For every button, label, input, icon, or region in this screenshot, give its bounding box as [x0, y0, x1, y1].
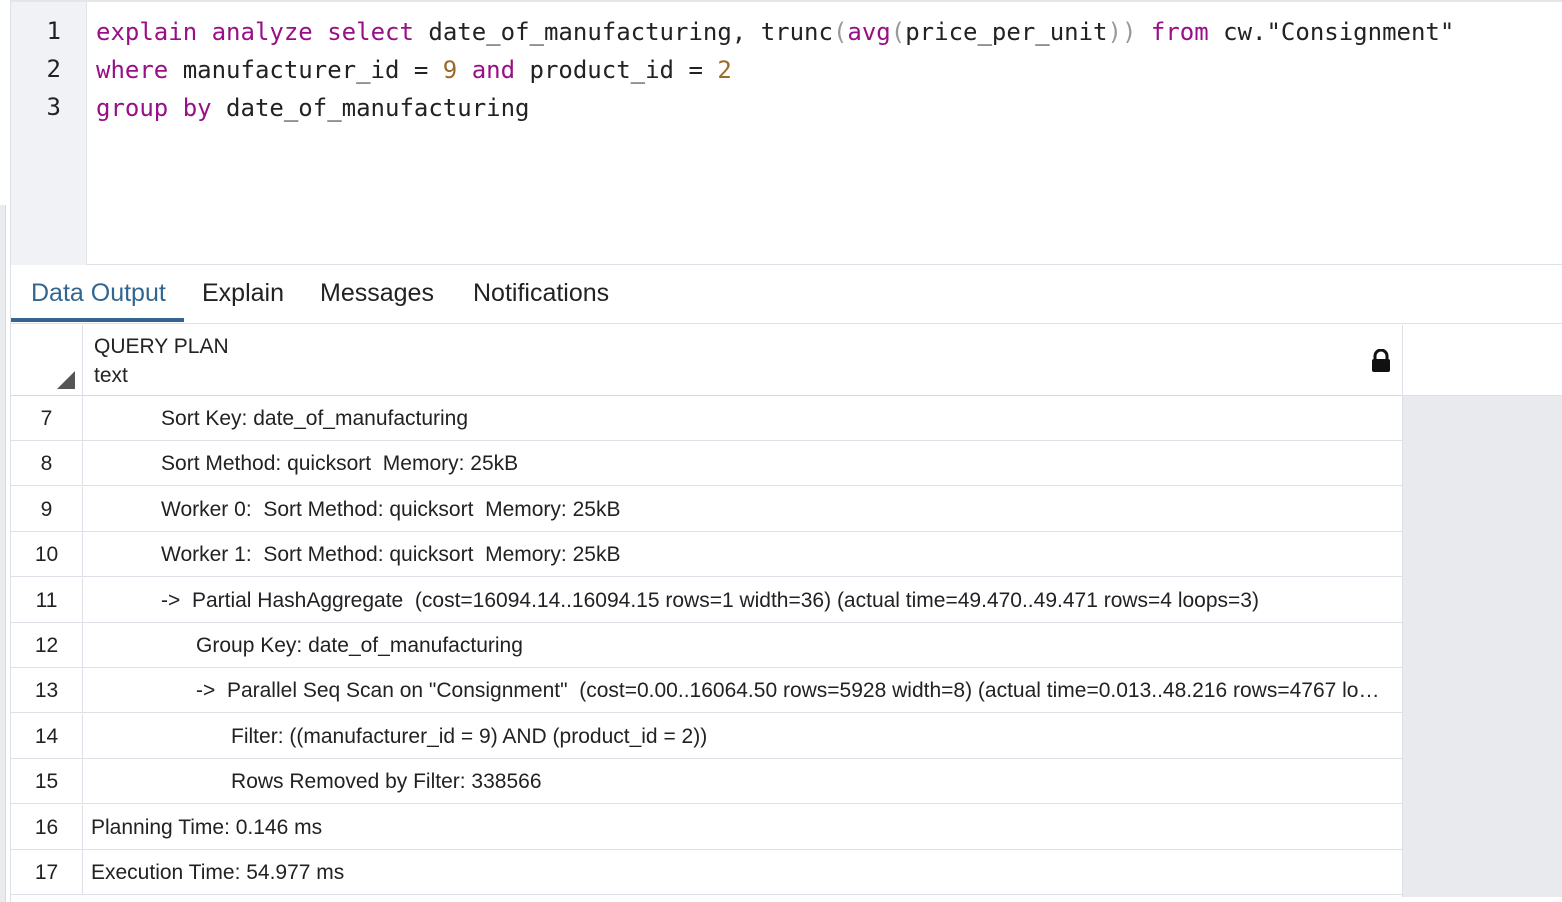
- row-number[interactable]: 7: [11, 396, 83, 441]
- sql-token: product_id =: [515, 56, 718, 84]
- query-plan-cell[interactable]: -> Parallel Seq Scan on "Consignment" (c…: [91, 668, 1391, 713]
- sql-keyword: where: [96, 56, 169, 84]
- sql-token: date_of_manufacturing, trunc: [413, 18, 833, 46]
- corner-triangle-icon: [57, 371, 75, 389]
- table-row[interactable]: 10 Worker 1: Sort Method: quicksort Memo…: [11, 532, 1402, 578]
- table-row[interactable]: 14 Filter: ((manufacturer_id = 9) AND (p…: [11, 713, 1402, 759]
- tab-explain[interactable]: Explain: [202, 279, 284, 308]
- sql-token: manufacturer_id =: [168, 56, 443, 84]
- row-number[interactable]: 17: [11, 850, 83, 895]
- code-line[interactable]: explain analyze select date_of_manufactu…: [96, 17, 1454, 47]
- grid-empty-area: [1402, 396, 1562, 897]
- result-tabs: Data Output Explain Messages Notificatio…: [11, 266, 1562, 324]
- query-plan-cell[interactable]: Planning Time: 0.146 ms: [91, 805, 1391, 850]
- active-tab-indicator: [11, 318, 184, 322]
- tab-data-output[interactable]: Data Output: [31, 279, 166, 308]
- sql-token: cw."Consignment": [1208, 18, 1455, 46]
- sql-token: )): [1107, 18, 1137, 46]
- sql-keyword: group: [96, 94, 169, 122]
- table-row[interactable]: 12 Group Key: date_of_manufacturing: [11, 623, 1402, 668]
- table-row[interactable]: 8 Sort Method: quicksort Memory: 25kB: [11, 441, 1402, 487]
- table-row[interactable]: 16 Planning Time: 0.146 ms: [11, 804, 1402, 850]
- sql-keyword: from: [1150, 18, 1209, 46]
- code-line[interactable]: group by date_of_manufacturing: [96, 93, 530, 123]
- column-type: text: [94, 364, 128, 387]
- table-row[interactable]: 17 Execution Time: 54.977 ms: [11, 850, 1402, 895]
- table-row[interactable]: 7 Sort Key: date_of_manufacturing: [11, 396, 1402, 441]
- sql-token: price_per_unit: [905, 18, 1108, 46]
- row-number[interactable]: 15: [11, 759, 83, 805]
- sql-keyword: avg: [847, 18, 891, 46]
- tab-notifications[interactable]: Notifications: [473, 279, 609, 308]
- sql-editor[interactable]: 1 2 3 explain analyze select date_of_man…: [11, 0, 1562, 265]
- table-row[interactable]: 11 -> Partial HashAggregate (cost=16094.…: [11, 577, 1402, 623]
- editor-top-border: [11, 0, 1562, 2]
- sql-keyword: analyze: [211, 18, 313, 46]
- line-number: 2: [46, 55, 61, 83]
- table-row[interactable]: 13 -> Parallel Seq Scan on "Consignment"…: [11, 668, 1402, 714]
- query-plan-cell[interactable]: Execution Time: 54.977 ms: [91, 850, 1391, 895]
- query-plan-cell[interactable]: Sort Method: quicksort Memory: 25kB: [91, 441, 1391, 486]
- select-all-corner[interactable]: [11, 325, 83, 396]
- query-plan-cell[interactable]: Worker 1: Sort Method: quicksort Memory:…: [91, 532, 1391, 577]
- query-plan-cell[interactable]: -> Partial HashAggregate (cost=16094.14.…: [91, 578, 1391, 623]
- tab-messages[interactable]: Messages: [320, 279, 434, 308]
- sql-keyword: and: [471, 56, 516, 84]
- sql-token: (: [832, 18, 848, 46]
- line-number: 1: [46, 17, 61, 45]
- row-number[interactable]: 13: [11, 668, 83, 714]
- query-plan-cell[interactable]: Sort Key: date_of_manufacturing: [91, 396, 1391, 441]
- table-row[interactable]: 9 Worker 0: Sort Method: quicksort Memor…: [11, 486, 1402, 532]
- row-number[interactable]: 14: [11, 713, 83, 759]
- column-header[interactable]: QUERY PLAN text: [11, 325, 1402, 396]
- sql-number: 9: [442, 56, 458, 84]
- query-plan-cell[interactable]: Group Key: date_of_manufacturing: [91, 623, 1391, 668]
- line-number-gutter: 1 2 3: [11, 2, 87, 265]
- query-plan-cell[interactable]: Filter: ((manufacturer_id = 9) AND (prod…: [91, 714, 1391, 759]
- grid-empty-header: [1402, 325, 1562, 396]
- lock-icon: [1372, 349, 1390, 372]
- sql-token: (: [890, 18, 906, 46]
- left-scrollbar[interactable]: [0, 205, 6, 902]
- sql-token: date_of_manufacturing: [211, 94, 530, 122]
- data-output-grid: QUERY PLAN text 7 Sort Key: date_of_manu…: [11, 325, 1402, 897]
- query-plan-cell[interactable]: Worker 0: Sort Method: quicksort Memory:…: [91, 487, 1391, 532]
- line-number: 3: [46, 93, 61, 121]
- row-number[interactable]: 8: [11, 441, 83, 487]
- row-number[interactable]: 12: [11, 623, 83, 668]
- row-number[interactable]: 9: [11, 486, 83, 532]
- row-number[interactable]: 10: [11, 532, 83, 578]
- column-title: QUERY PLAN: [94, 335, 229, 358]
- row-number[interactable]: 16: [11, 804, 83, 850]
- sql-number: 2: [717, 56, 732, 84]
- table-row[interactable]: 15 Rows Removed by Filter: 338566: [11, 759, 1402, 805]
- query-plan-cell[interactable]: Rows Removed by Filter: 338566: [91, 759, 1391, 804]
- left-edge: [0, 0, 11, 902]
- code-line[interactable]: where manufacturer_id = 9 and product_id…: [96, 55, 732, 85]
- sql-keyword: select: [327, 18, 414, 46]
- sql-keyword: by: [182, 94, 212, 122]
- row-number[interactable]: 11: [11, 577, 83, 623]
- sql-keyword: explain: [96, 18, 198, 46]
